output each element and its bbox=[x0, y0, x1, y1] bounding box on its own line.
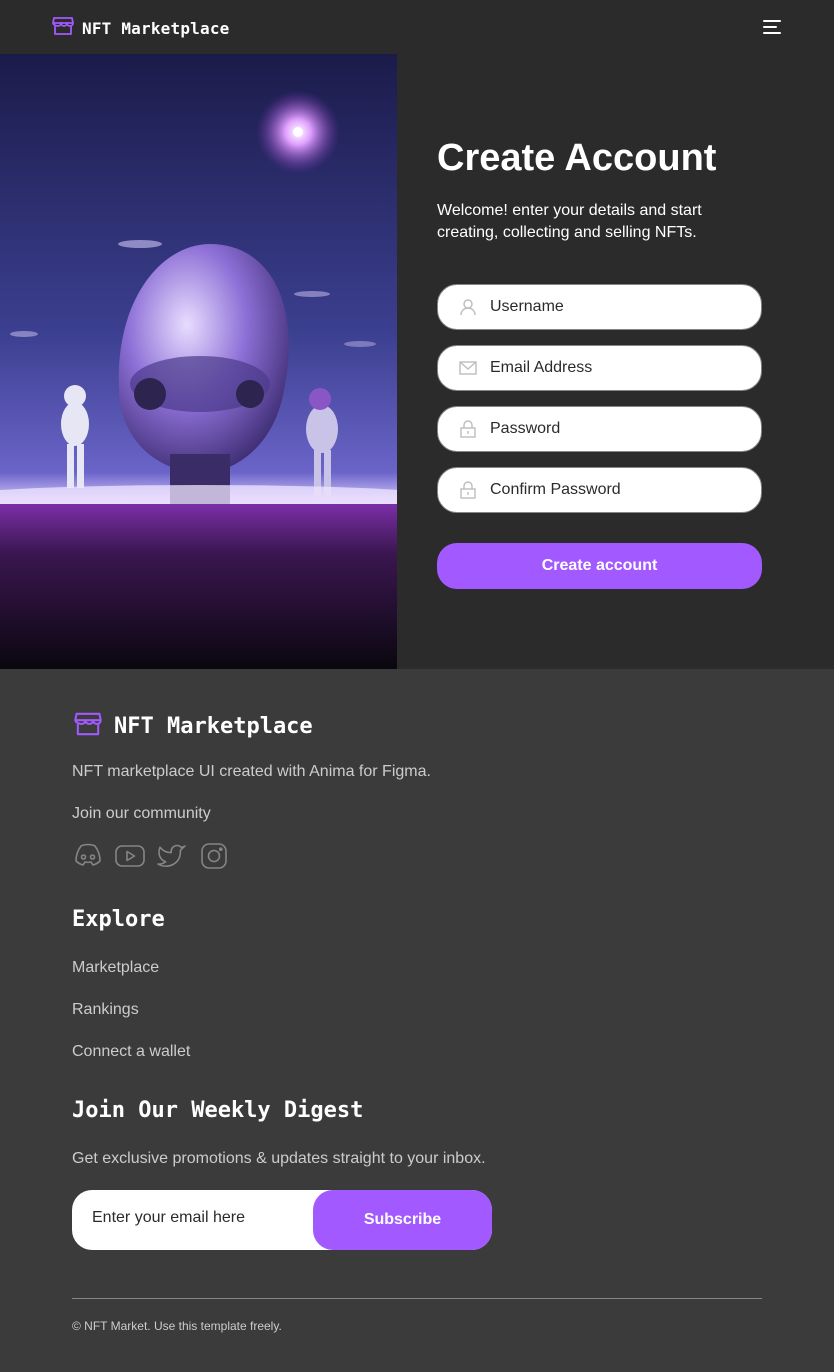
brand-name: NFT Marketplace bbox=[82, 19, 230, 38]
top-navigation-bar: NFT Marketplace bbox=[0, 0, 834, 54]
footer-tagline: NFT marketplace UI created with Anima fo… bbox=[72, 763, 431, 780]
password-input[interactable] bbox=[490, 420, 730, 438]
user-icon bbox=[458, 297, 478, 317]
digest-heading: Join Our Weekly Digest bbox=[72, 1098, 364, 1123]
footer-brand-logo[interactable]: NFT Marketplace bbox=[74, 711, 313, 742]
storefront-icon bbox=[74, 711, 102, 742]
email-input[interactable] bbox=[490, 359, 730, 377]
digest-description: Get exclusive promotions & updates strai… bbox=[72, 1150, 486, 1167]
newsletter-form: Subscribe bbox=[72, 1190, 492, 1250]
instagram-icon[interactable] bbox=[198, 840, 230, 872]
footer-divider bbox=[72, 1298, 762, 1299]
copyright-text: © NFT Market. Use this template freely. bbox=[72, 1319, 282, 1333]
storefront-icon bbox=[52, 16, 74, 41]
confirm-password-field[interactable] bbox=[437, 467, 762, 513]
footer-link-marketplace[interactable]: Marketplace bbox=[72, 957, 159, 979]
subscribe-button[interactable]: Subscribe bbox=[313, 1190, 492, 1250]
create-account-button[interactable]: Create account bbox=[437, 543, 762, 589]
twitter-icon[interactable] bbox=[156, 840, 188, 872]
username-field[interactable] bbox=[437, 284, 762, 330]
footer: NFT Marketplace NFT marketplace UI creat… bbox=[0, 669, 834, 1372]
hamburger-menu-icon[interactable] bbox=[762, 18, 782, 36]
email-field[interactable] bbox=[437, 345, 762, 391]
page-subtitle: Welcome! enter your details and start cr… bbox=[437, 202, 702, 241]
envelope-icon bbox=[458, 358, 478, 378]
lock-icon bbox=[458, 419, 478, 439]
password-field[interactable] bbox=[437, 406, 762, 452]
footer-brand-name: NFT Marketplace bbox=[114, 714, 313, 739]
lock-icon bbox=[458, 480, 478, 500]
community-label: Join our community bbox=[72, 805, 211, 822]
brand-logo[interactable]: NFT Marketplace bbox=[52, 16, 230, 41]
footer-link-connect-wallet[interactable]: Connect a wallet bbox=[72, 1041, 190, 1063]
confirm-password-input[interactable] bbox=[490, 481, 730, 499]
newsletter-email-input[interactable] bbox=[92, 1209, 302, 1227]
page-title: Create Account bbox=[437, 137, 717, 179]
discord-icon[interactable] bbox=[72, 840, 104, 872]
footer-link-rankings[interactable]: Rankings bbox=[72, 999, 139, 1021]
hero-image bbox=[0, 54, 397, 669]
social-links bbox=[72, 840, 230, 872]
username-input[interactable] bbox=[490, 298, 730, 316]
youtube-icon[interactable] bbox=[114, 840, 146, 872]
explore-heading: Explore bbox=[72, 907, 165, 932]
